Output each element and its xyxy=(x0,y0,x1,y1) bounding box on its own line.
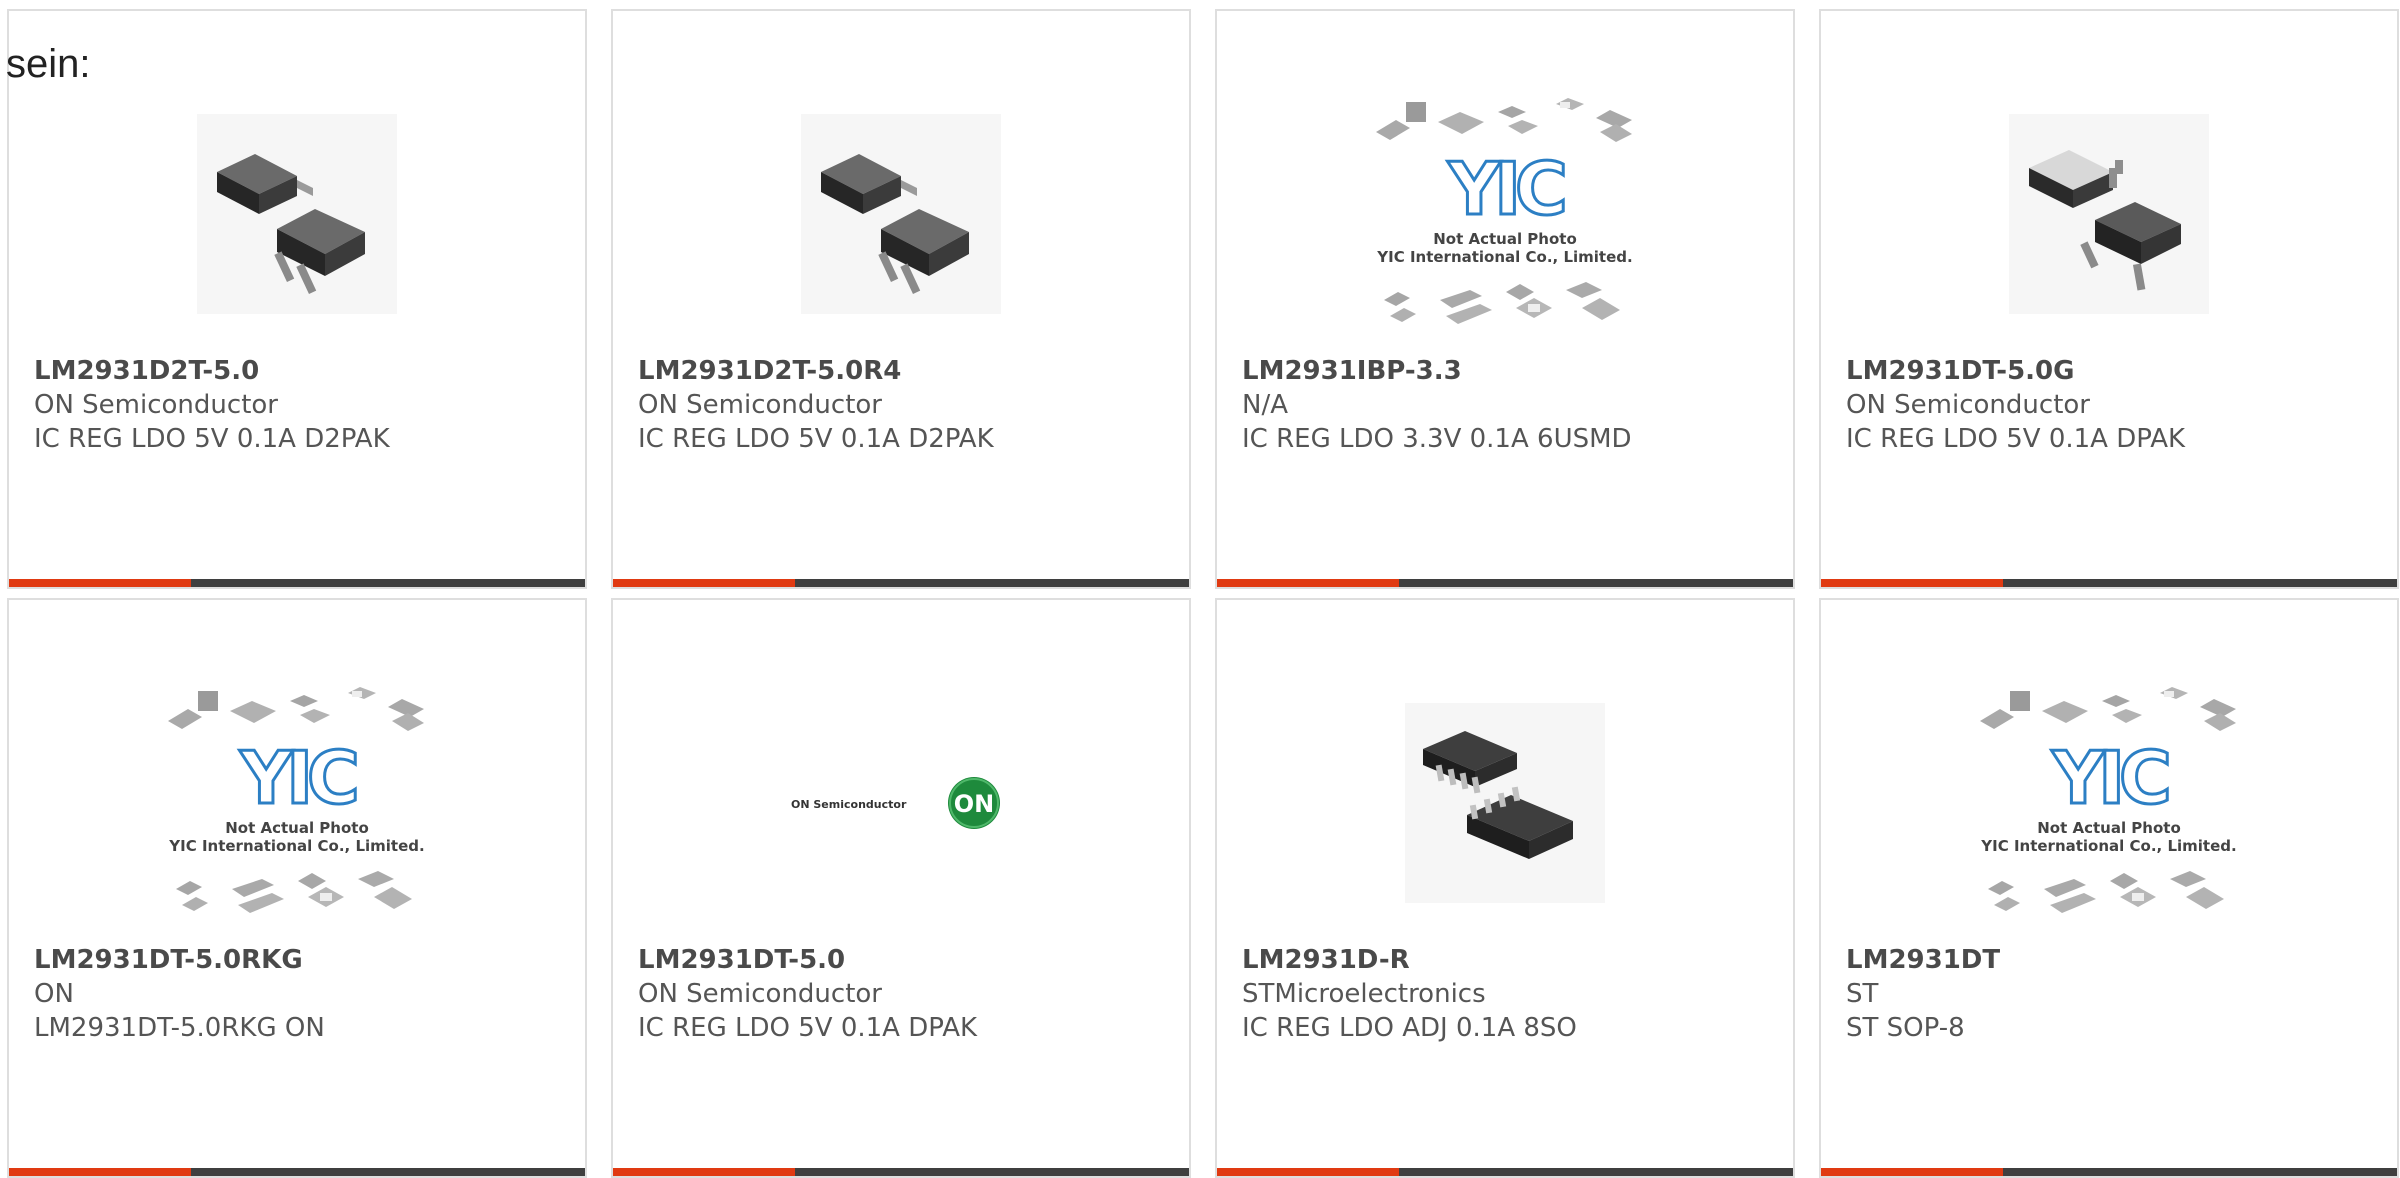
svg-text:YIC: YIC xyxy=(239,736,356,820)
product-card[interactable]: YIC Not Actual Photo YIC International C… xyxy=(7,598,587,1178)
card-bar xyxy=(9,1168,585,1176)
description: IC REG LDO 5V 0.1A DPAK xyxy=(638,1013,978,1043)
description: IC REG LDO 3.3V 0.1A 6USMD xyxy=(1242,424,1632,454)
part-number[interactable]: LM2931DT-5.0 xyxy=(638,943,1179,977)
logo-badge: ON xyxy=(954,790,995,818)
part-number[interactable]: LM2931D-R xyxy=(1242,943,1783,977)
part-number[interactable]: LM2931D2T-5.0 xyxy=(34,354,575,388)
card-bar-accent xyxy=(613,579,795,587)
card-bar-accent xyxy=(1821,579,2003,587)
product-image[interactable] xyxy=(9,71,585,356)
product-card[interactable]: LM2931D-R STMicroelectronics IC REG LDO … xyxy=(1215,598,1795,1178)
card-bar-accent xyxy=(1821,1168,2003,1176)
card-bar xyxy=(613,579,1189,587)
description: IC REG LDO 5V 0.1A D2PAK xyxy=(34,424,390,454)
part-number[interactable]: LM2931DT-5.0RKG xyxy=(34,943,575,977)
product-card[interactable]: YIC Not Actual Photo YIC International C… xyxy=(1819,598,2399,1178)
manufacturer: ON Semiconductor xyxy=(34,390,278,420)
svg-text:YIC: YIC xyxy=(1447,147,1564,231)
product-card[interactable]: LM2931D2T-5.0 ON Semiconductor IC REG LD… xyxy=(7,9,587,589)
manufacturer: ON Semiconductor xyxy=(1846,390,2090,420)
card-bar xyxy=(9,579,585,587)
placeholder-line1: Not Actual Photo xyxy=(1433,230,1577,248)
description: ST SOP-8 xyxy=(1846,1013,1965,1043)
placeholder-line1: Not Actual Photo xyxy=(225,819,369,837)
card-bar xyxy=(1217,1168,1793,1176)
card-bar-accent xyxy=(9,579,191,587)
product-image[interactable]: YIC Not Actual Photo YIC International C… xyxy=(1217,71,1793,356)
product-card[interactable]: ON Semiconductor ON LM2931DT-5.0 ON Semi… xyxy=(611,598,1191,1178)
on-semiconductor-logo: ON Semiconductor ON xyxy=(791,776,1000,829)
product-image[interactable]: YIC Not Actual Photo YIC International C… xyxy=(1821,660,2397,945)
product-image[interactable]: YIC Not Actual Photo YIC International C… xyxy=(9,660,585,945)
dpak-package-icon xyxy=(2009,113,2209,314)
card-bar xyxy=(1821,579,2397,587)
card-bar xyxy=(1821,1168,2397,1176)
part-number[interactable]: LM2931DT xyxy=(1846,943,2387,977)
product-card[interactable]: LM2931DT-5.0G ON Semiconductor IC REG LD… xyxy=(1819,9,2399,589)
card-bar-accent xyxy=(9,1168,191,1176)
description: IC REG LDO 5V 0.1A D2PAK xyxy=(638,424,994,454)
card-bar-accent xyxy=(1217,579,1399,587)
placeholder-line2: YIC International Co., Limited. xyxy=(168,837,424,855)
product-image[interactable] xyxy=(1821,71,2397,356)
part-number[interactable]: LM2931D2T-5.0R4 xyxy=(638,354,1179,388)
card-bar xyxy=(1217,579,1793,587)
card-bar xyxy=(613,1168,1189,1176)
manufacturer: STMicroelectronics xyxy=(1242,979,1486,1009)
product-image[interactable] xyxy=(1217,660,1793,945)
yic-placeholder-icon: YIC Not Actual Photo YIC International C… xyxy=(1980,686,2237,913)
d2pak-package-icon xyxy=(801,113,1001,314)
logo-text: ON Semiconductor xyxy=(791,798,907,811)
card-bar-accent xyxy=(1217,1168,1399,1176)
description: IC REG LDO ADJ 0.1A 8SO xyxy=(1242,1013,1577,1043)
yic-placeholder-icon: YIC Not Actual Photo YIC International C… xyxy=(1376,97,1633,324)
product-grid: LM2931D2T-5.0 ON Semiconductor IC REG LD… xyxy=(7,9,2399,1178)
product-image[interactable] xyxy=(613,71,1189,356)
intro-text: sein: xyxy=(6,42,91,86)
card-bar-accent xyxy=(613,1168,795,1176)
product-card[interactable]: YIC Not Actual Photo YIC International C… xyxy=(1215,9,1795,589)
part-number[interactable]: LM2931IBP-3.3 xyxy=(1242,354,1783,388)
description: IC REG LDO 5V 0.1A DPAK xyxy=(1846,424,2186,454)
yic-placeholder-icon: YIC Not Actual Photo YIC International C… xyxy=(168,686,425,913)
soic8-package-icon xyxy=(1405,702,1605,903)
manufacturer: ST xyxy=(1846,979,1879,1009)
placeholder-line2: YIC International Co., Limited. xyxy=(1980,837,2236,855)
manufacturer: ON xyxy=(34,979,74,1009)
description: LM2931DT-5.0RKG ON xyxy=(34,1013,325,1043)
part-number[interactable]: LM2931DT-5.0G xyxy=(1846,354,2387,388)
placeholder-line1: Not Actual Photo xyxy=(2037,819,2181,837)
d2pak-package-icon xyxy=(197,113,397,314)
product-card[interactable]: LM2931D2T-5.0R4 ON Semiconductor IC REG … xyxy=(611,9,1191,589)
product-image[interactable]: ON Semiconductor ON xyxy=(613,660,1189,945)
placeholder-line2: YIC International Co., Limited. xyxy=(1376,248,1632,266)
svg-text:YIC: YIC xyxy=(2051,736,2168,820)
manufacturer: ON Semiconductor xyxy=(638,390,882,420)
manufacturer: ON Semiconductor xyxy=(638,979,882,1009)
manufacturer: N/A xyxy=(1242,390,1288,420)
